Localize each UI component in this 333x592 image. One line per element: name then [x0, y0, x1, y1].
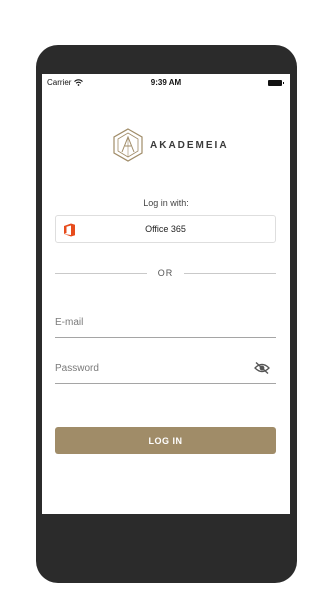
brand-name: AKADEMEIA: [150, 139, 229, 151]
login-button[interactable]: LOG IN: [55, 427, 276, 454]
battery-icon: [268, 80, 284, 86]
office365-label: Office 365: [145, 224, 186, 234]
or-divider: OR: [55, 267, 276, 279]
akademeia-logo-icon: [113, 128, 143, 162]
status-time: 9:39 AM: [150, 78, 182, 87]
app-screen: Carrier 9:39 AM AKADEMEIA Log in with: O…: [42, 74, 290, 514]
password-field[interactable]: [55, 357, 245, 379]
login-with-label: Log in with:: [143, 198, 189, 208]
divider-line-right: [184, 273, 276, 274]
email-field-container: [55, 311, 276, 338]
status-bar: Carrier 9:39 AM: [42, 74, 290, 92]
email-field[interactable]: [55, 311, 245, 333]
office365-login-button[interactable]: Office 365: [55, 215, 276, 243]
password-field-container: [55, 357, 276, 384]
brand-logo: AKADEMEIA: [112, 128, 229, 162]
hide-password-eye-icon[interactable]: [254, 361, 270, 375]
